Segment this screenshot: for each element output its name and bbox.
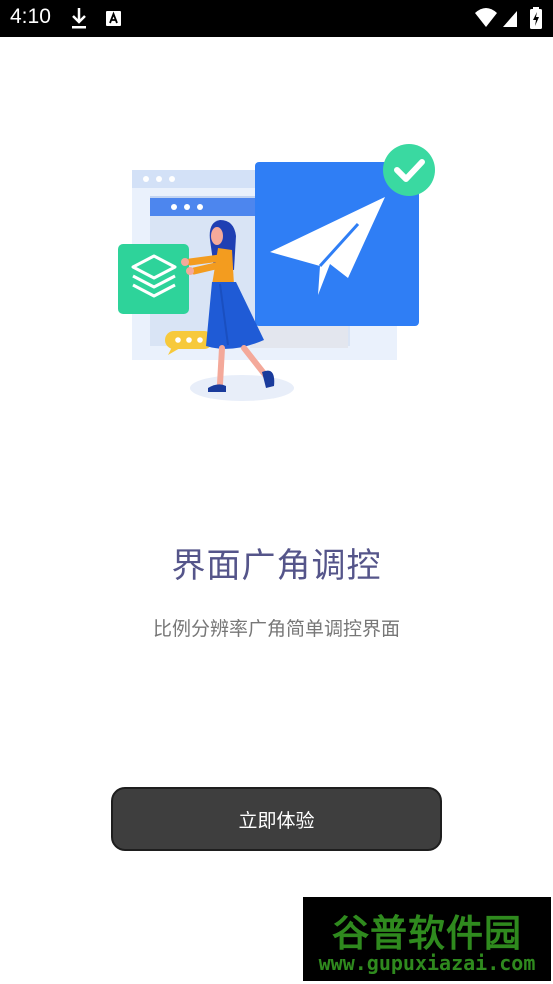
wifi-icon: [475, 8, 497, 27]
try-now-button[interactable]: 立即体验: [111, 787, 442, 851]
layers-card-illustration: [118, 244, 189, 314]
notification-a-icon: [106, 11, 121, 26]
watermark-url: www.gupuxiazai.com: [318, 951, 536, 975]
cellular-signal-icon: [503, 11, 517, 27]
download-icon: [72, 8, 86, 29]
page-subtitle: 比例分辨率广角简单调控界面: [152, 618, 400, 640]
status-bar: 4:10: [0, 0, 553, 37]
watermark-title: 谷普软件园: [332, 912, 522, 955]
page-title: 界面广角调控: [171, 546, 382, 586]
watermark-logo: 谷普软件园 www.gupuxiazai.com: [303, 897, 551, 981]
status-time: 4:10: [10, 5, 51, 28]
paper-plane-illustration: [118, 144, 435, 401]
battery-icon: [530, 7, 542, 29]
check-badge-illustration: [383, 144, 435, 196]
